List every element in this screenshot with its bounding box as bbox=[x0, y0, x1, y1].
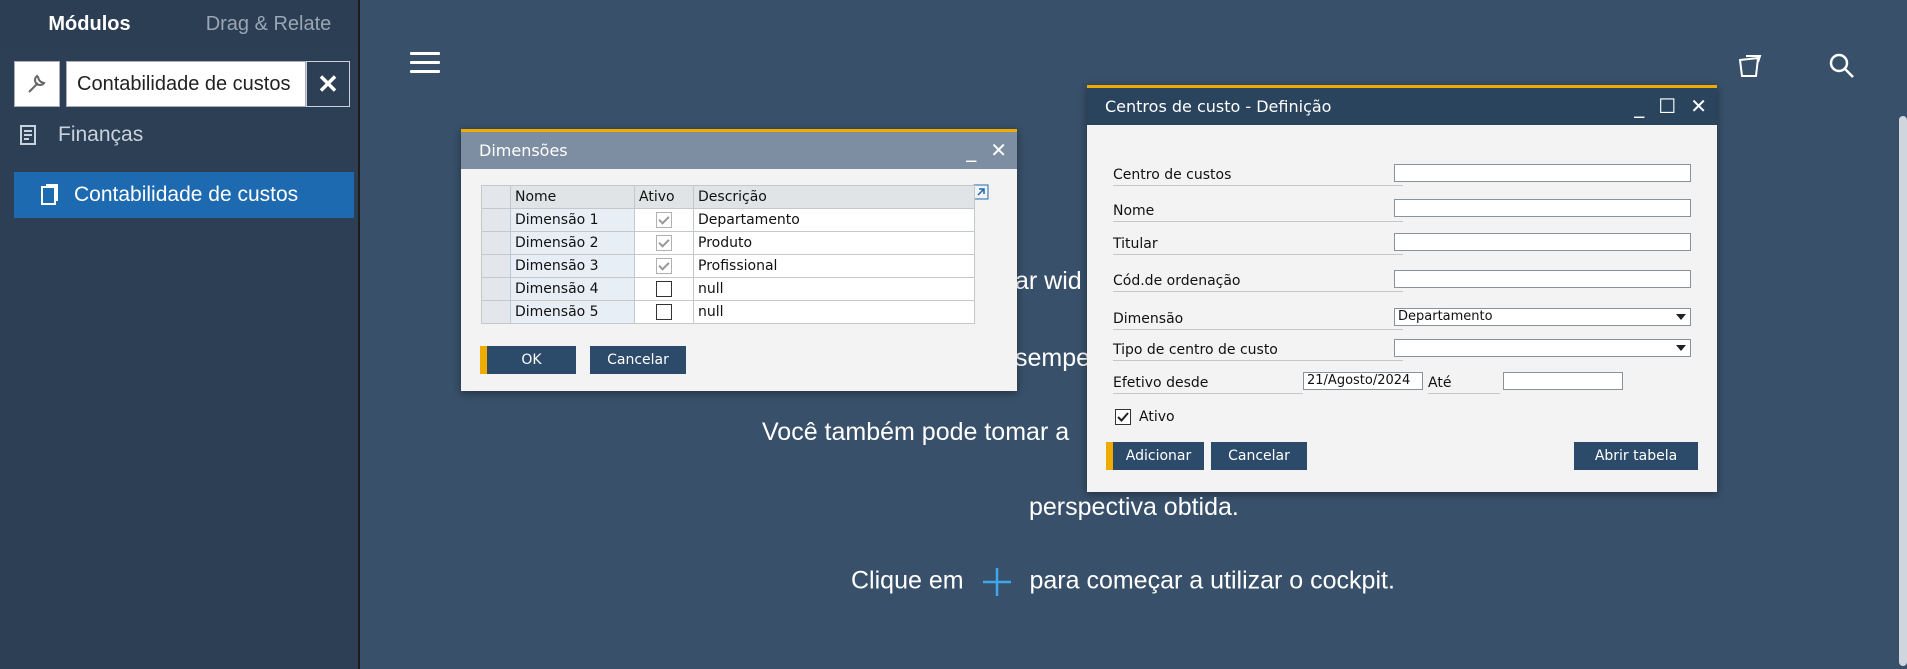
table-row[interactable]: Dimensão 1 Departamento bbox=[481, 208, 975, 232]
table-row[interactable]: Dimensão 3 Profissional bbox=[481, 254, 975, 278]
ate-input[interactable] bbox=[1503, 372, 1623, 390]
open-table-button[interactable]: Abrir tabela bbox=[1574, 442, 1698, 470]
dimension-description[interactable]: null bbox=[693, 277, 975, 301]
dimension-description[interactable]: Departamento bbox=[693, 208, 975, 232]
table-row[interactable]: Dimensão 4 null bbox=[481, 277, 975, 301]
window-title: Centros de custo - Definição bbox=[1105, 97, 1332, 116]
cost-center-titlebar[interactable]: Centros de custo - Definição _ ☐ ✕ bbox=[1087, 85, 1717, 125]
table-header: Nome Ativo Descrição bbox=[481, 185, 975, 209]
window-title: Dimensões bbox=[479, 141, 568, 160]
search-icon[interactable] bbox=[1828, 52, 1856, 80]
scrollbar[interactable] bbox=[1899, 116, 1907, 666]
dimensions-titlebar[interactable]: Dimensões _ ✕ bbox=[461, 129, 1017, 169]
cancel-button[interactable]: Cancelar bbox=[1211, 442, 1307, 470]
close-icon[interactable]: ✕ bbox=[990, 138, 1007, 162]
sidebar-tabs: Módulos Drag & Relate bbox=[0, 0, 358, 48]
dimensao-value: Departamento bbox=[1398, 309, 1493, 324]
module-search: Contabilidade de custos ✕ bbox=[14, 61, 350, 107]
column-header-nome[interactable]: Nome bbox=[510, 185, 635, 209]
module-search-input[interactable]: Contabilidade de custos bbox=[66, 61, 306, 107]
active-checkbox[interactable] bbox=[656, 235, 672, 251]
label-centro-custos: Centro de custos bbox=[1113, 165, 1403, 186]
table-row[interactable]: Dimensão 2 Produto bbox=[481, 231, 975, 255]
ativo-label: Ativo bbox=[1139, 409, 1175, 425]
menu-icon[interactable] bbox=[410, 52, 440, 76]
cockpit-text-5b: para começar a utilizar o cockpit. bbox=[1029, 566, 1395, 595]
column-header-descricao[interactable]: Descrição bbox=[693, 185, 975, 209]
cockpit-text-4: perspectiva obtida. bbox=[1029, 493, 1239, 521]
tab-drag-relate[interactable]: Drag & Relate bbox=[179, 0, 358, 48]
cockpit-icon[interactable] bbox=[1736, 52, 1764, 80]
dimension-name: Dimensão 2 bbox=[510, 231, 635, 255]
cockpit-text-5: Clique em para começar a utilizar o cock… bbox=[851, 566, 1395, 598]
label-ate: Até bbox=[1428, 373, 1500, 394]
clear-search-button[interactable]: ✕ bbox=[306, 61, 350, 107]
active-checkbox[interactable] bbox=[656, 212, 672, 228]
ativo-checkbox-row[interactable]: Ativo bbox=[1115, 409, 1175, 425]
cost-center-window: Centros de custo - Definição _ ☐ ✕ Centr… bbox=[1087, 85, 1717, 492]
nome-input[interactable] bbox=[1394, 199, 1691, 217]
sidebar-item-contabilidade-custos[interactable]: Contabilidade de custos bbox=[14, 172, 354, 218]
tab-modules[interactable]: Módulos bbox=[0, 0, 179, 48]
dimensions-window: Dimensões _ ✕ Nome Ativo Descrição Dimen… bbox=[461, 129, 1017, 391]
chevron-down-icon bbox=[1676, 314, 1686, 320]
titular-input[interactable] bbox=[1394, 233, 1691, 251]
label-dimensao: Dimensão bbox=[1113, 309, 1403, 330]
document-icon bbox=[34, 182, 64, 208]
maximize-icon[interactable]: ☐ bbox=[1658, 94, 1676, 118]
cockpit-text-2: sempe bbox=[1015, 344, 1091, 372]
dimension-name: Dimensão 3 bbox=[510, 254, 635, 278]
cancel-button[interactable]: Cancelar bbox=[590, 346, 686, 374]
sidebar: Módulos Drag & Relate Contabilidade de c… bbox=[0, 0, 360, 669]
label-efetivo-desde: Efetivo desde bbox=[1113, 373, 1303, 394]
label-ordenacao: Cód.de ordenação bbox=[1113, 271, 1403, 292]
minimize-icon[interactable]: _ bbox=[966, 138, 976, 162]
dimension-name: Dimensão 4 bbox=[510, 277, 635, 301]
expand-arrow-icon[interactable] bbox=[973, 184, 989, 200]
ordenacao-input[interactable] bbox=[1394, 270, 1691, 288]
chevron-down-icon bbox=[1676, 345, 1686, 351]
column-header-ativo[interactable]: Ativo bbox=[634, 185, 694, 209]
ok-button[interactable]: OK bbox=[480, 346, 576, 374]
table-row[interactable]: Dimensão 5 null bbox=[481, 300, 975, 324]
dimension-name: Dimensão 5 bbox=[510, 300, 635, 324]
minimize-icon[interactable]: _ bbox=[1634, 94, 1644, 118]
centro-custos-input[interactable] bbox=[1394, 164, 1691, 182]
cockpit-text-1: ar wid bbox=[1015, 267, 1082, 295]
sidebar-item-financas[interactable]: Finanças bbox=[14, 122, 143, 148]
ativo-checkbox[interactable] bbox=[1115, 409, 1131, 425]
cockpit-text-5a: Clique em bbox=[851, 566, 964, 595]
close-icon[interactable]: ✕ bbox=[1690, 94, 1707, 118]
dimension-name: Dimensão 1 bbox=[510, 208, 635, 232]
active-checkbox[interactable] bbox=[656, 281, 672, 297]
active-checkbox[interactable] bbox=[656, 304, 672, 320]
add-button[interactable]: Adicionar bbox=[1106, 442, 1204, 470]
finance-icon bbox=[14, 122, 44, 148]
plus-icon[interactable] bbox=[981, 566, 1013, 598]
tipo-centro-select[interactable] bbox=[1394, 339, 1691, 357]
label-titular: Titular bbox=[1113, 234, 1403, 255]
dimension-description[interactable]: Produto bbox=[693, 231, 975, 255]
dimension-description[interactable]: null bbox=[693, 300, 975, 324]
active-checkbox[interactable] bbox=[656, 258, 672, 274]
dimensions-table: Nome Ativo Descrição Dimensão 1 Departam… bbox=[481, 185, 975, 324]
sidebar-item-label: Finanças bbox=[58, 123, 144, 146]
wrench-icon[interactable] bbox=[14, 61, 60, 107]
dimensao-select[interactable]: Departamento bbox=[1394, 308, 1691, 326]
dimension-description[interactable]: Profissional bbox=[693, 254, 975, 278]
sidebar-item-label: Contabilidade de custos bbox=[74, 183, 299, 206]
efetivo-desde-input[interactable]: 21/Agosto/2024 bbox=[1303, 372, 1423, 390]
label-nome: Nome bbox=[1113, 201, 1403, 222]
label-tipo-centro: Tipo de centro de custo bbox=[1113, 340, 1403, 361]
cockpit-text-3: Você também pode tomar a bbox=[762, 418, 1070, 446]
